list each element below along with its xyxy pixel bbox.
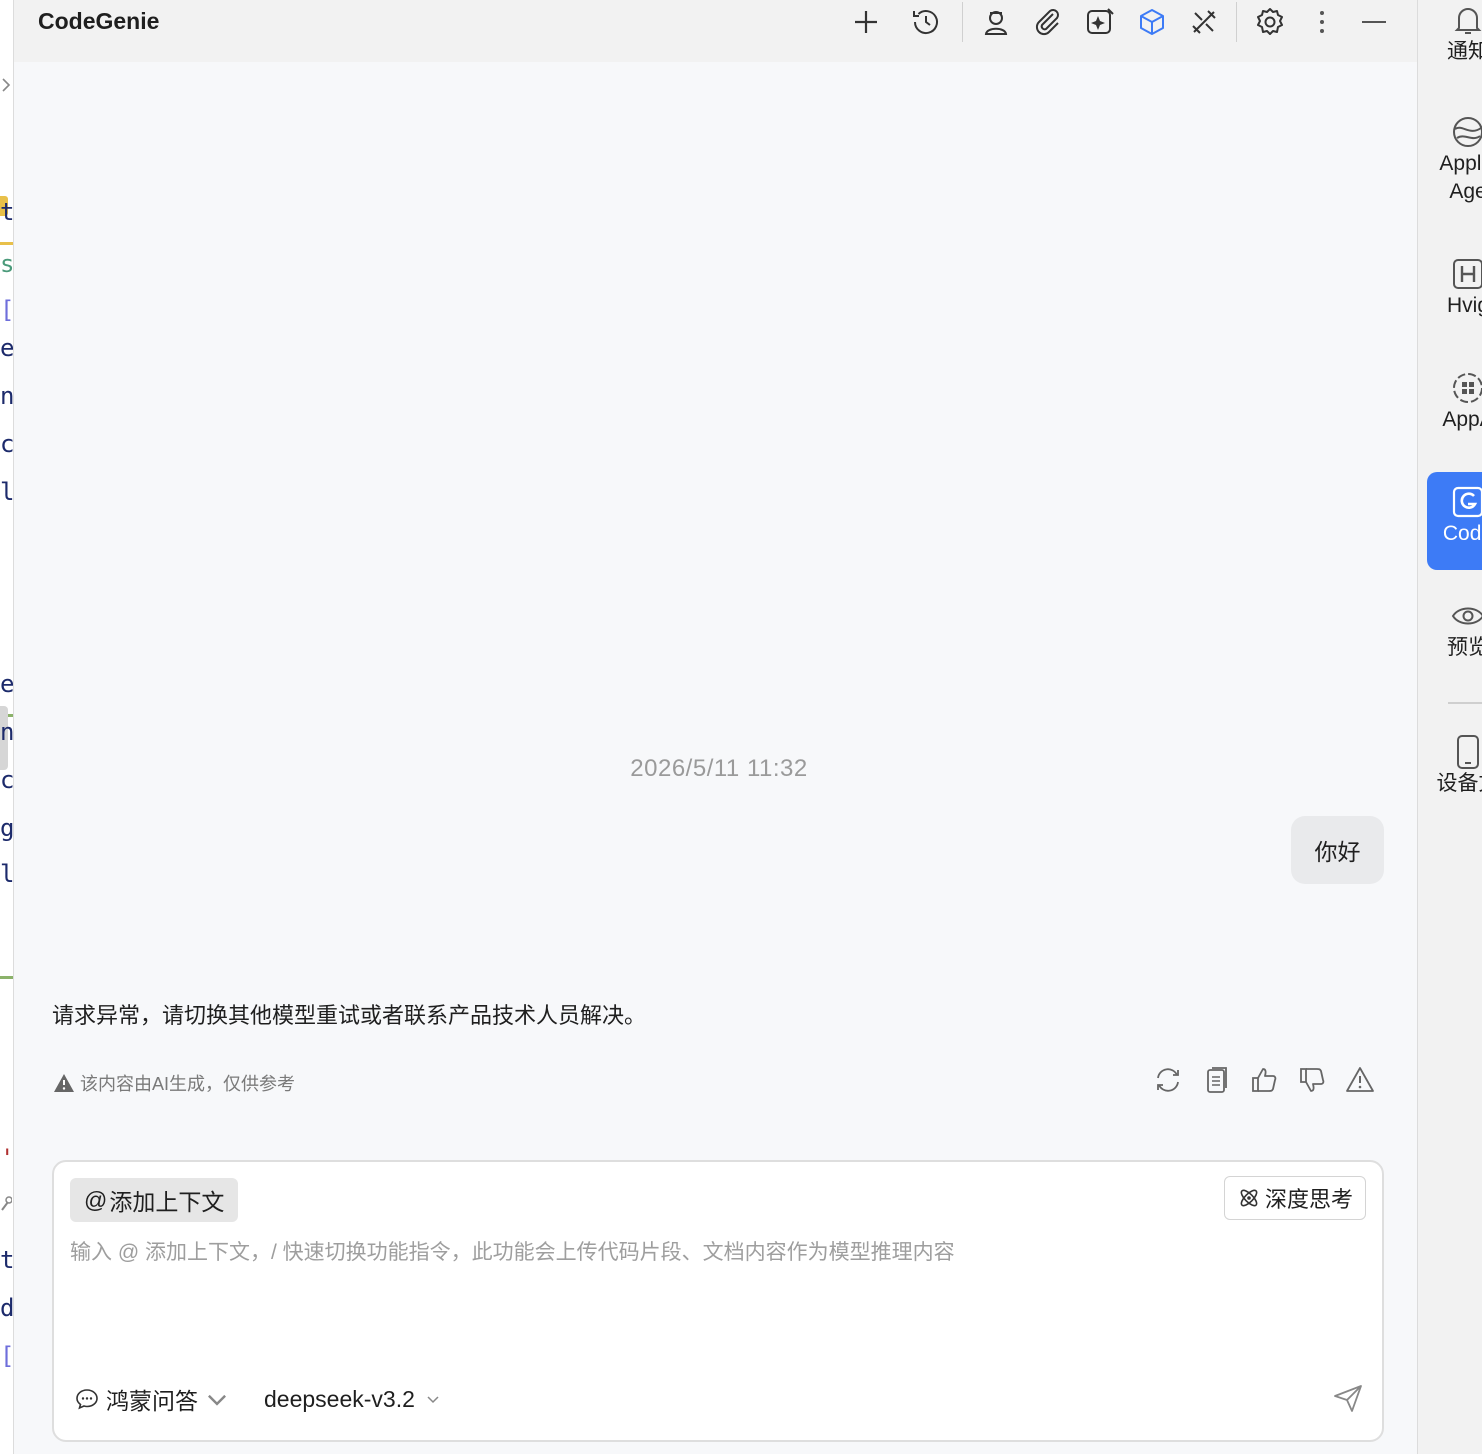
appanalyzer-icon — [1453, 373, 1482, 403]
rightbar-divider — [1448, 702, 1482, 704]
rightbar-label: 预览 — [1447, 636, 1482, 659]
mode-selector[interactable]: 鸿蒙问答 — [74, 1382, 230, 1416]
code-glyph: n — [0, 382, 14, 410]
rightbar-label: Applic — [1439, 152, 1482, 175]
change-marker — [0, 976, 13, 979]
chevron-down-icon — [208, 1394, 226, 1406]
code-glyph: e — [0, 670, 14, 698]
user-icon[interactable] — [976, 2, 1016, 42]
history-icon[interactable] — [906, 2, 946, 42]
copy-icon[interactable] — [1198, 1062, 1234, 1098]
device-icon — [1457, 735, 1479, 769]
send-button[interactable] — [1328, 1378, 1368, 1418]
code-glyph: [ — [0, 1342, 14, 1370]
refresh-icon[interactable] — [1150, 1062, 1186, 1098]
wrench-icon — [1, 1196, 12, 1211]
cube-icon[interactable] — [1132, 2, 1172, 42]
rightbar-label: 设备文 — [1436, 772, 1482, 795]
code-glyph: t — [0, 1246, 14, 1274]
code-glyph: [ — [0, 296, 14, 324]
change-marker — [0, 242, 13, 245]
add-context-label: 添加上下文 — [109, 1189, 225, 1215]
rightbar-label: Code — [1442, 522, 1482, 545]
assistant-reply: 请求异常，请切换其他模型重试或者联系产品技术人员解决。 — [52, 1003, 647, 1028]
at-symbol: @ — [84, 1186, 108, 1213]
hvigor-icon — [1453, 259, 1482, 289]
rightbar-item-appanalyzer[interactable]: AppA — [1428, 370, 1482, 434]
thumbs-up-icon[interactable] — [1246, 1062, 1282, 1098]
rightbar-item-notifications[interactable]: 通知 — [1428, 2, 1482, 66]
code-glyph: n — [0, 718, 14, 746]
code-glyph: ' — [0, 1144, 14, 1172]
code-glyph: t — [0, 198, 14, 226]
app-title: CodeGenie — [38, 8, 160, 34]
deep-think-button[interactable]: 深度思考 — [1223, 1176, 1366, 1220]
ai-disclaimer: 该内容由AI生成，仅供参考 — [52, 1070, 295, 1096]
code-glyph: c — [0, 430, 14, 458]
code-glyph: d — [0, 1294, 14, 1322]
add-context-button[interactable]: @ 添加上下文 — [70, 1178, 239, 1222]
deep-think-label: 深度思考 — [1264, 1187, 1353, 1212]
bell-icon — [1454, 8, 1482, 34]
message-timestamp: 2026/5/11 11:32 — [630, 755, 808, 782]
chevron-right-icon[interactable] — [0, 76, 12, 94]
user-message-bubble: 你好 — [1291, 816, 1384, 884]
model-selector[interactable]: deepseek-v3.2 — [264, 1382, 441, 1416]
rightbar-item-preview[interactable]: 预览 — [1428, 598, 1482, 662]
code-glyph: g — [0, 814, 14, 842]
send-icon — [1334, 1385, 1362, 1412]
eye-icon — [1451, 607, 1482, 625]
rightbar-label-line2: Age — [1449, 180, 1482, 203]
warning-icon[interactable] — [1342, 1062, 1378, 1098]
application-agent-icon — [1453, 117, 1482, 147]
code-glyph: l — [0, 478, 14, 506]
plus-icon[interactable] — [846, 2, 886, 42]
more-icon[interactable] — [1302, 2, 1342, 42]
rightbar-item-hvigor[interactable]: Hvig — [1428, 256, 1482, 320]
editor-gutter-strip: t s [ e n c l e n c g l ' t d [ — [0, 0, 14, 1454]
rightbar-label: AppA — [1442, 408, 1482, 431]
rightbar-item-device-file[interactable]: 设备文 — [1428, 734, 1482, 798]
chat-panel: 2026/5/11 11:32 你好 请求异常，请切换其他模型重试或者联系产品技… — [14, 62, 1417, 1454]
code-glyph: s — [0, 250, 14, 278]
warning-filled-icon — [54, 1074, 74, 1092]
attachment-icon[interactable] — [1028, 2, 1068, 42]
tools-icon[interactable] — [1184, 2, 1224, 42]
rightbar-item-application-agent[interactable]: Applic Age — [1428, 114, 1482, 206]
mode-label: 鸿蒙问答 — [106, 1388, 198, 1414]
prompt-input[interactable] — [70, 1236, 1350, 1376]
toolbar-divider — [962, 2, 963, 42]
toolbar-divider — [1236, 2, 1237, 42]
chat-bubble-icon — [76, 1389, 98, 1410]
minimize-icon[interactable] — [1354, 2, 1394, 42]
message-composer: @ 添加上下文 深度思考 鸿蒙问答 deepseek-v3.2 — [52, 1160, 1384, 1442]
ai-edit-icon[interactable] — [1080, 2, 1120, 42]
codegenie-icon — [1452, 486, 1482, 518]
thumbs-down-icon[interactable] — [1294, 1062, 1330, 1098]
rightbar-item-codegenie[interactable]: Code — [1428, 484, 1482, 548]
model-label: deepseek-v3.2 — [264, 1385, 415, 1412]
right-tool-strip: 通知 Applic Age Hvig AppA Code 预览 设备文 — [1417, 0, 1482, 1454]
rightbar-label: 通知 — [1447, 40, 1482, 63]
code-glyph: c — [0, 766, 14, 794]
atom-icon — [1240, 1189, 1258, 1207]
chevron-down-icon — [427, 1396, 439, 1404]
code-glyph: e — [0, 334, 14, 362]
code-glyph: l — [0, 860, 14, 888]
gear-icon[interactable] — [1250, 2, 1290, 42]
tool-window-header: CodeGenie — [14, 0, 1417, 62]
rightbar-label: Hvig — [1446, 294, 1482, 317]
disclaimer-text: 该内容由AI生成，仅供参考 — [80, 1074, 296, 1094]
